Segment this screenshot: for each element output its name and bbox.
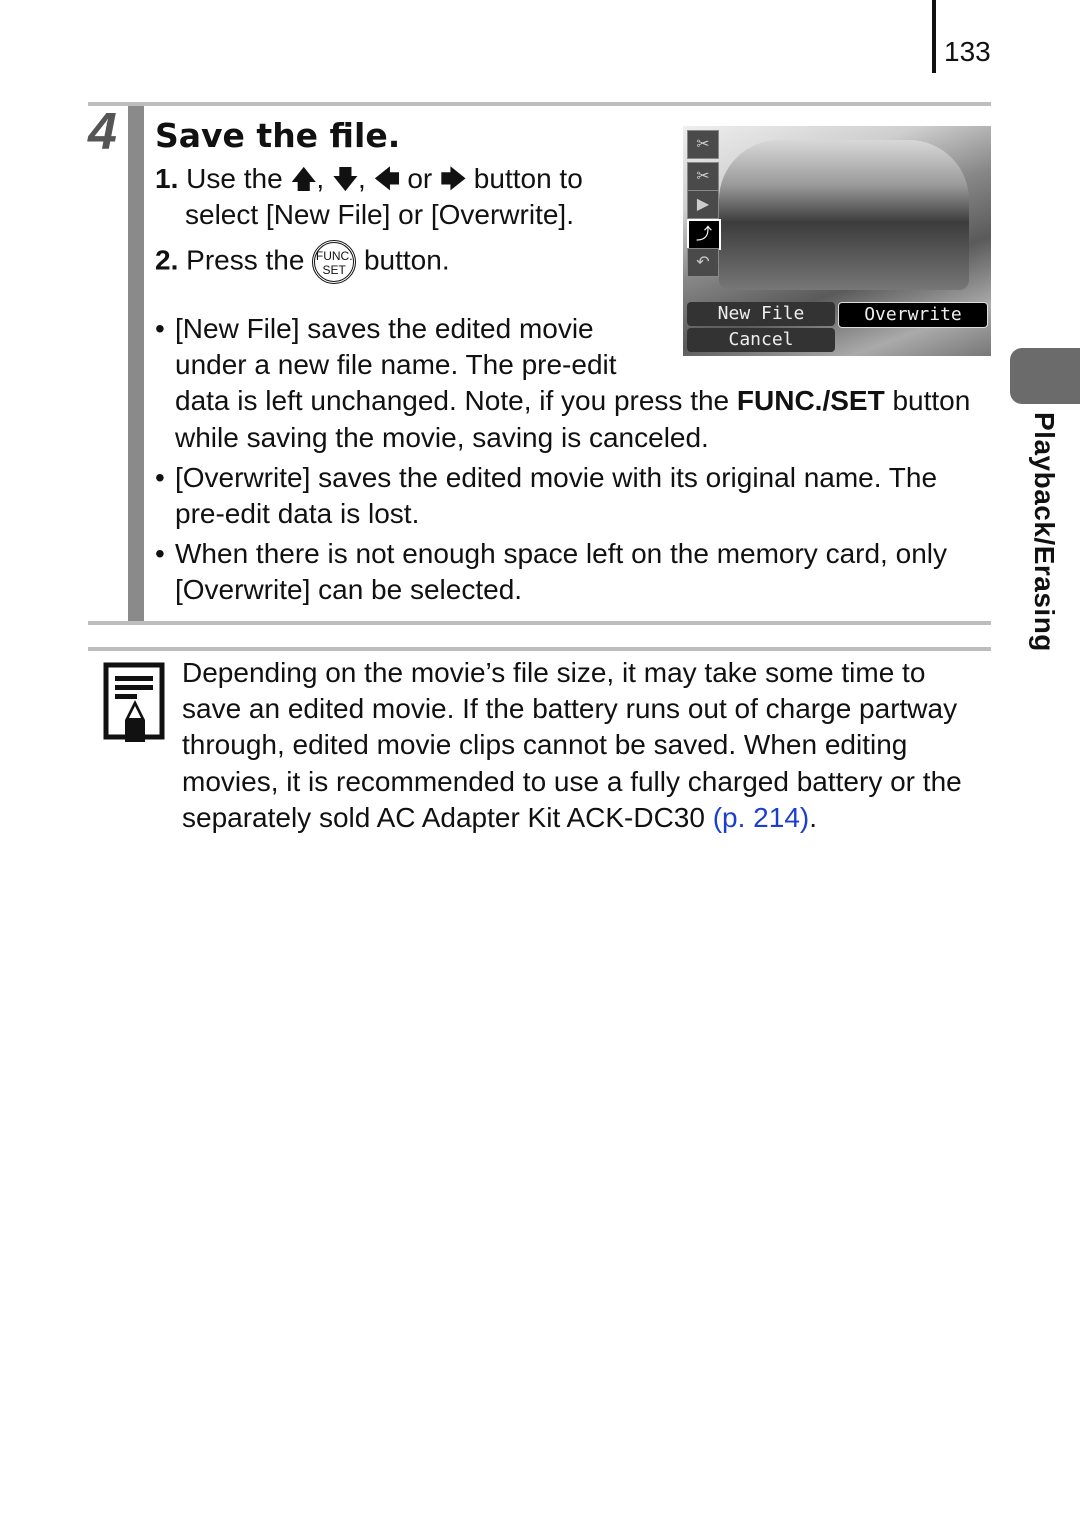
bullet-1-line: under a new file name. The pre-edit <box>175 349 617 380</box>
step-bar <box>128 106 144 622</box>
note-line: separately sold AC Adapter Kit ACK-DC30 … <box>182 802 817 833</box>
menu-overwrite[interactable]: Overwrite <box>838 302 988 328</box>
bullet-3-line: When there is not enough space left on t… <box>175 538 947 569</box>
page-number: 133 <box>944 36 991 67</box>
play-icon: ▶ <box>687 190 719 219</box>
page-number-divider <box>932 0 936 73</box>
page-214-link[interactable]: (p. 214) <box>713 802 810 833</box>
left-arrow-icon: 🡄 <box>373 164 401 194</box>
bullet-1-line: [New File] saves the edited movie <box>175 313 594 344</box>
bullet-1-line: data is left unchanged. Note, if you pre… <box>175 385 971 416</box>
bullet-1: • <box>155 313 165 344</box>
chapter-tab[interactable] <box>1010 348 1080 404</box>
bullet-2: • <box>155 462 165 493</box>
train-photo <box>719 140 969 290</box>
menu-new-file[interactable]: New File <box>687 302 835 326</box>
instruction-1-cont: select [New File] or [Overwrite]. <box>185 199 574 230</box>
bullet-3: • <box>155 538 165 569</box>
step-number: 4 <box>88 103 117 161</box>
instruction-2: 2. Press the FUNC. SET button. <box>155 240 450 284</box>
cut-end-icon: ✂ <box>687 162 719 191</box>
bullet-3-line: [Overwrite] can be selected. <box>175 574 523 605</box>
note-line: Depending on the movie’s file size, it m… <box>182 657 926 688</box>
menu-cancel[interactable]: Cancel <box>687 328 835 352</box>
cut-start-icon: ✂ <box>687 130 719 159</box>
camera-screen-image: ✂ ✂ ▶ ⤴ ↶ New File Overwrite Cancel <box>683 126 991 356</box>
bullet-2-line: pre-edit data is lost. <box>175 498 420 529</box>
note-top-rule <box>88 647 991 651</box>
down-arrow-icon: 🡇 <box>331 164 359 194</box>
chapter-tab-label: Playback/Erasing <box>1029 412 1060 652</box>
note-line: through, edited movie clips cannot be sa… <box>182 729 908 760</box>
bullet-2-line: [Overwrite] saves the edited movie with … <box>175 462 938 493</box>
instruction-1: 1. Use the 🡅, 🡇, 🡄 or 🡆 button to <box>155 161 583 197</box>
back-icon: ↶ <box>687 248 719 277</box>
bullet-1-line: while saving the movie, saving is cancel… <box>175 422 709 453</box>
save-icon: ⤴ <box>687 219 721 250</box>
section-top-rule <box>88 102 991 106</box>
up-arrow-icon: 🡅 <box>290 164 318 194</box>
right-arrow-icon: 🡆 <box>440 164 467 194</box>
section-bottom-rule <box>88 621 991 625</box>
memo-note-icon <box>103 662 165 742</box>
step-title: Save the file. <box>155 116 401 155</box>
func-set-button-icon: FUNC. SET <box>312 240 357 284</box>
note-line: movies, it is recommended to use a fully… <box>182 766 962 797</box>
note-line: save an edited movie. If the battery run… <box>182 693 958 724</box>
